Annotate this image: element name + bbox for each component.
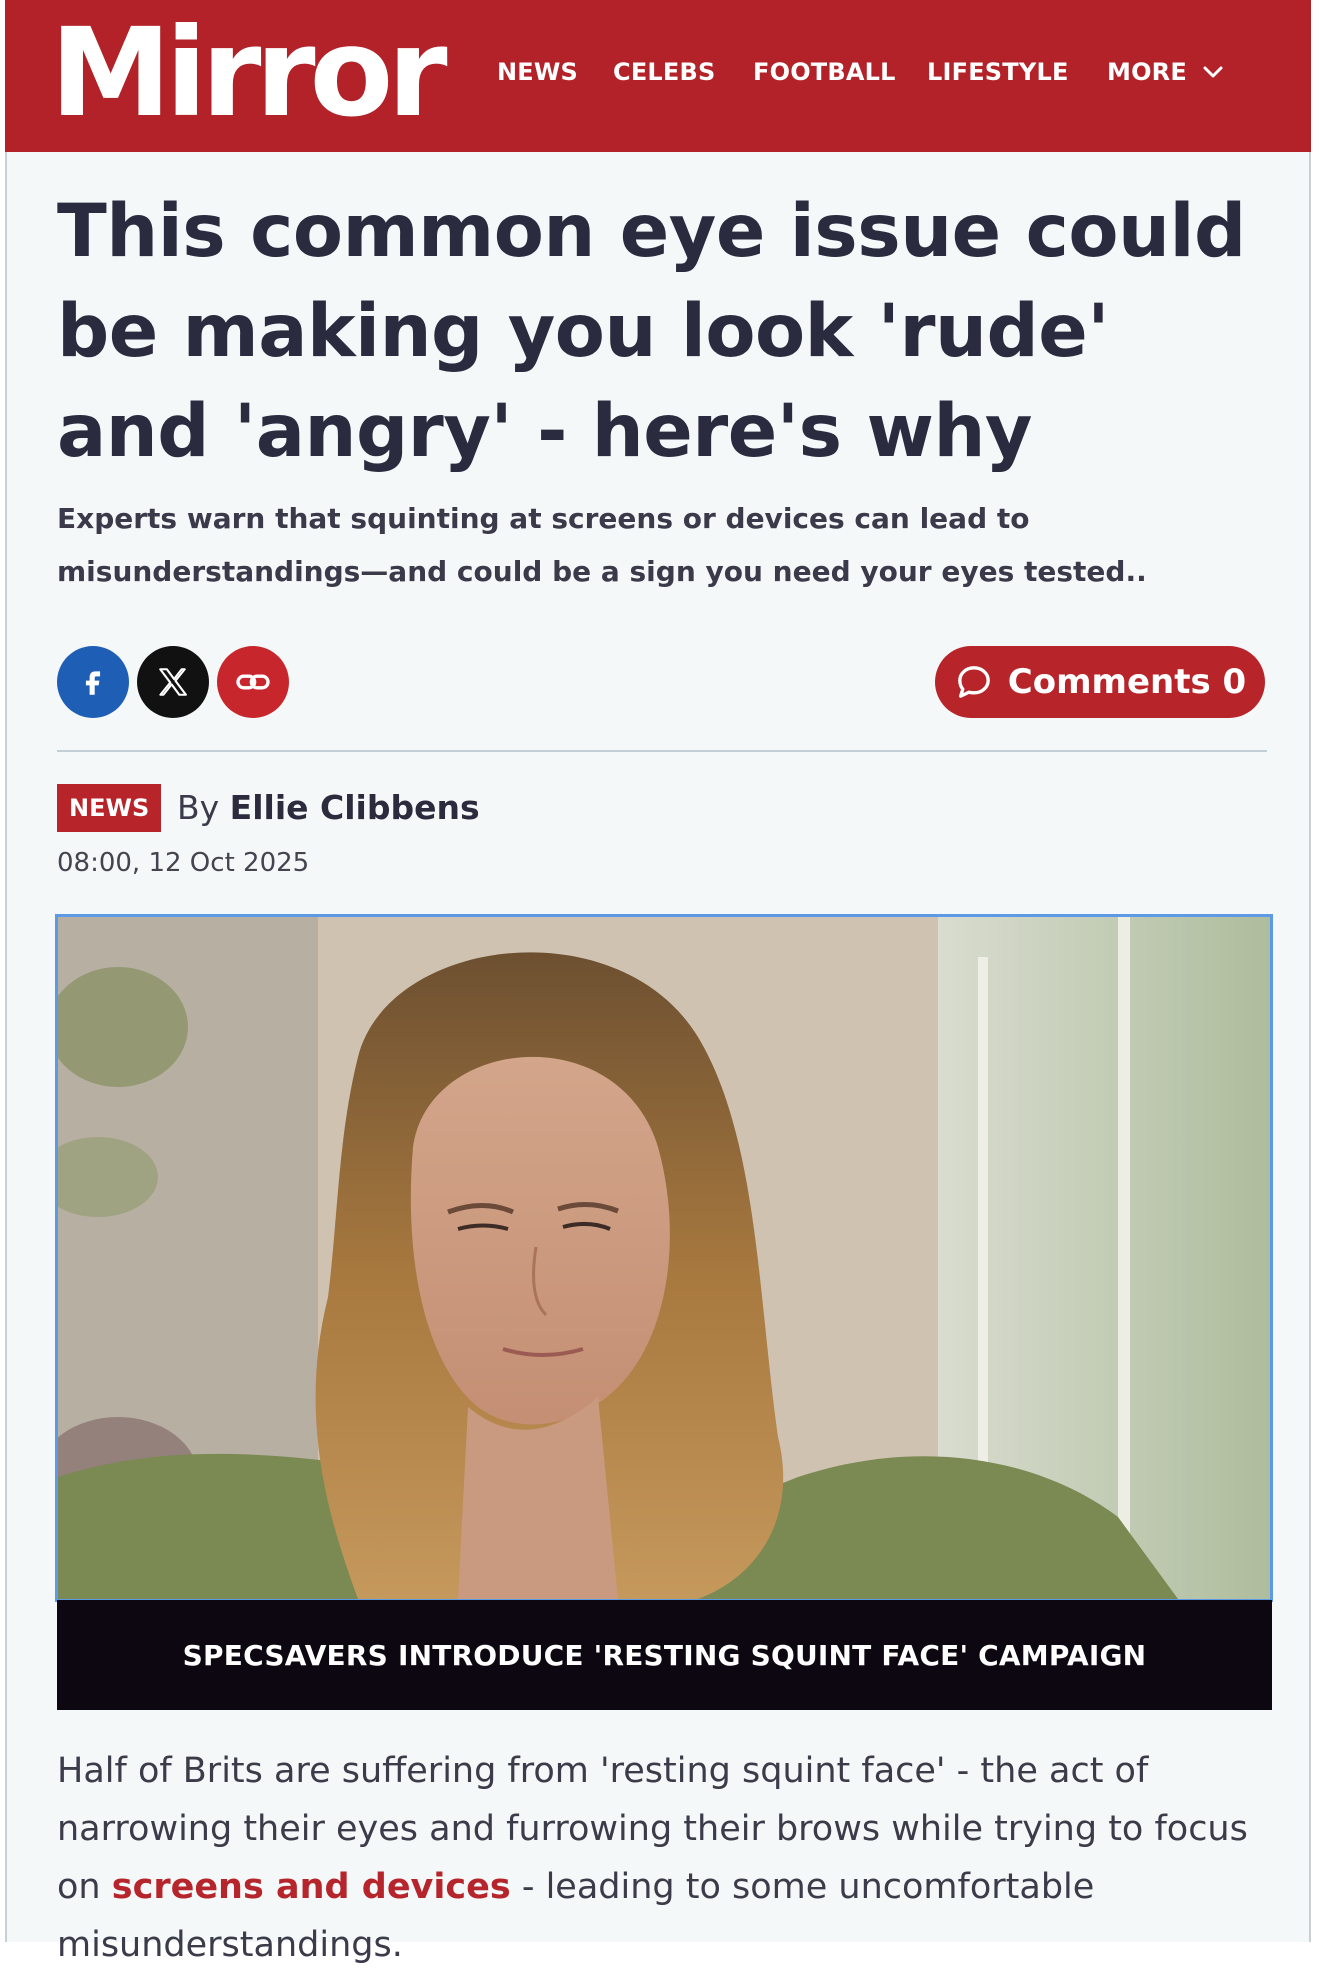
- share-x-button[interactable]: [137, 646, 209, 718]
- share-facebook-button[interactable]: [57, 646, 129, 718]
- facebook-icon: [85, 671, 101, 695]
- site-header: Mirror NEWS CELEBS FOOTBALL LIFESTYLE MO…: [5, 0, 1311, 152]
- nav-celebs[interactable]: CELEBS: [613, 52, 715, 92]
- link-icon: [236, 674, 270, 690]
- nav-more[interactable]: MORE: [1107, 52, 1225, 92]
- comments-button[interactable]: Comments 0: [935, 646, 1265, 718]
- author-name[interactable]: Ellie Clibbens: [230, 788, 480, 827]
- woman-squinting-image: [58, 917, 1270, 1599]
- nav-football[interactable]: FOOTBALL: [753, 52, 896, 92]
- x-icon: [159, 668, 187, 696]
- video-caption: SPECSAVERS INTRODUCE 'RESTING SQUINT FAC…: [57, 1600, 1272, 1710]
- screens-and-devices-link[interactable]: screens and devices: [112, 1867, 511, 1907]
- nav-more-label: MORE: [1107, 58, 1187, 86]
- speech-bubble-icon: [957, 666, 990, 698]
- article-paragraph: Half of Brits are suffering from 'restin…: [57, 1742, 1267, 1974]
- article-standfirst: Experts warn that squinting at screens o…: [57, 502, 1147, 588]
- nav-news[interactable]: NEWS: [497, 52, 578, 92]
- section-tag[interactable]: NEWS: [57, 784, 162, 832]
- chevron-down-icon: [1203, 66, 1223, 78]
- mirror-logo[interactable]: Mirror: [50, 8, 448, 138]
- publish-date: 08:00, 12 Oct 2025: [57, 848, 310, 878]
- copy-link-button[interactable]: [217, 646, 289, 718]
- share-buttons: [57, 646, 289, 718]
- comments-label: Comments 0: [1007, 662, 1247, 702]
- article-page: This common eye issue could be making yo…: [5, 152, 1311, 1965]
- nav-lifestyle[interactable]: LIFESTYLE: [927, 52, 1069, 92]
- byline-by: By: [177, 788, 220, 827]
- article-headline: This common eye issue could be making yo…: [57, 189, 1246, 474]
- page-frame: Mirror NEWS CELEBS FOOTBALL LIFESTYLE MO…: [0, 0, 1321, 1965]
- divider: [57, 750, 1267, 752]
- hero-video[interactable]: [55, 914, 1273, 1602]
- byline: By Ellie Clibbens: [177, 784, 480, 832]
